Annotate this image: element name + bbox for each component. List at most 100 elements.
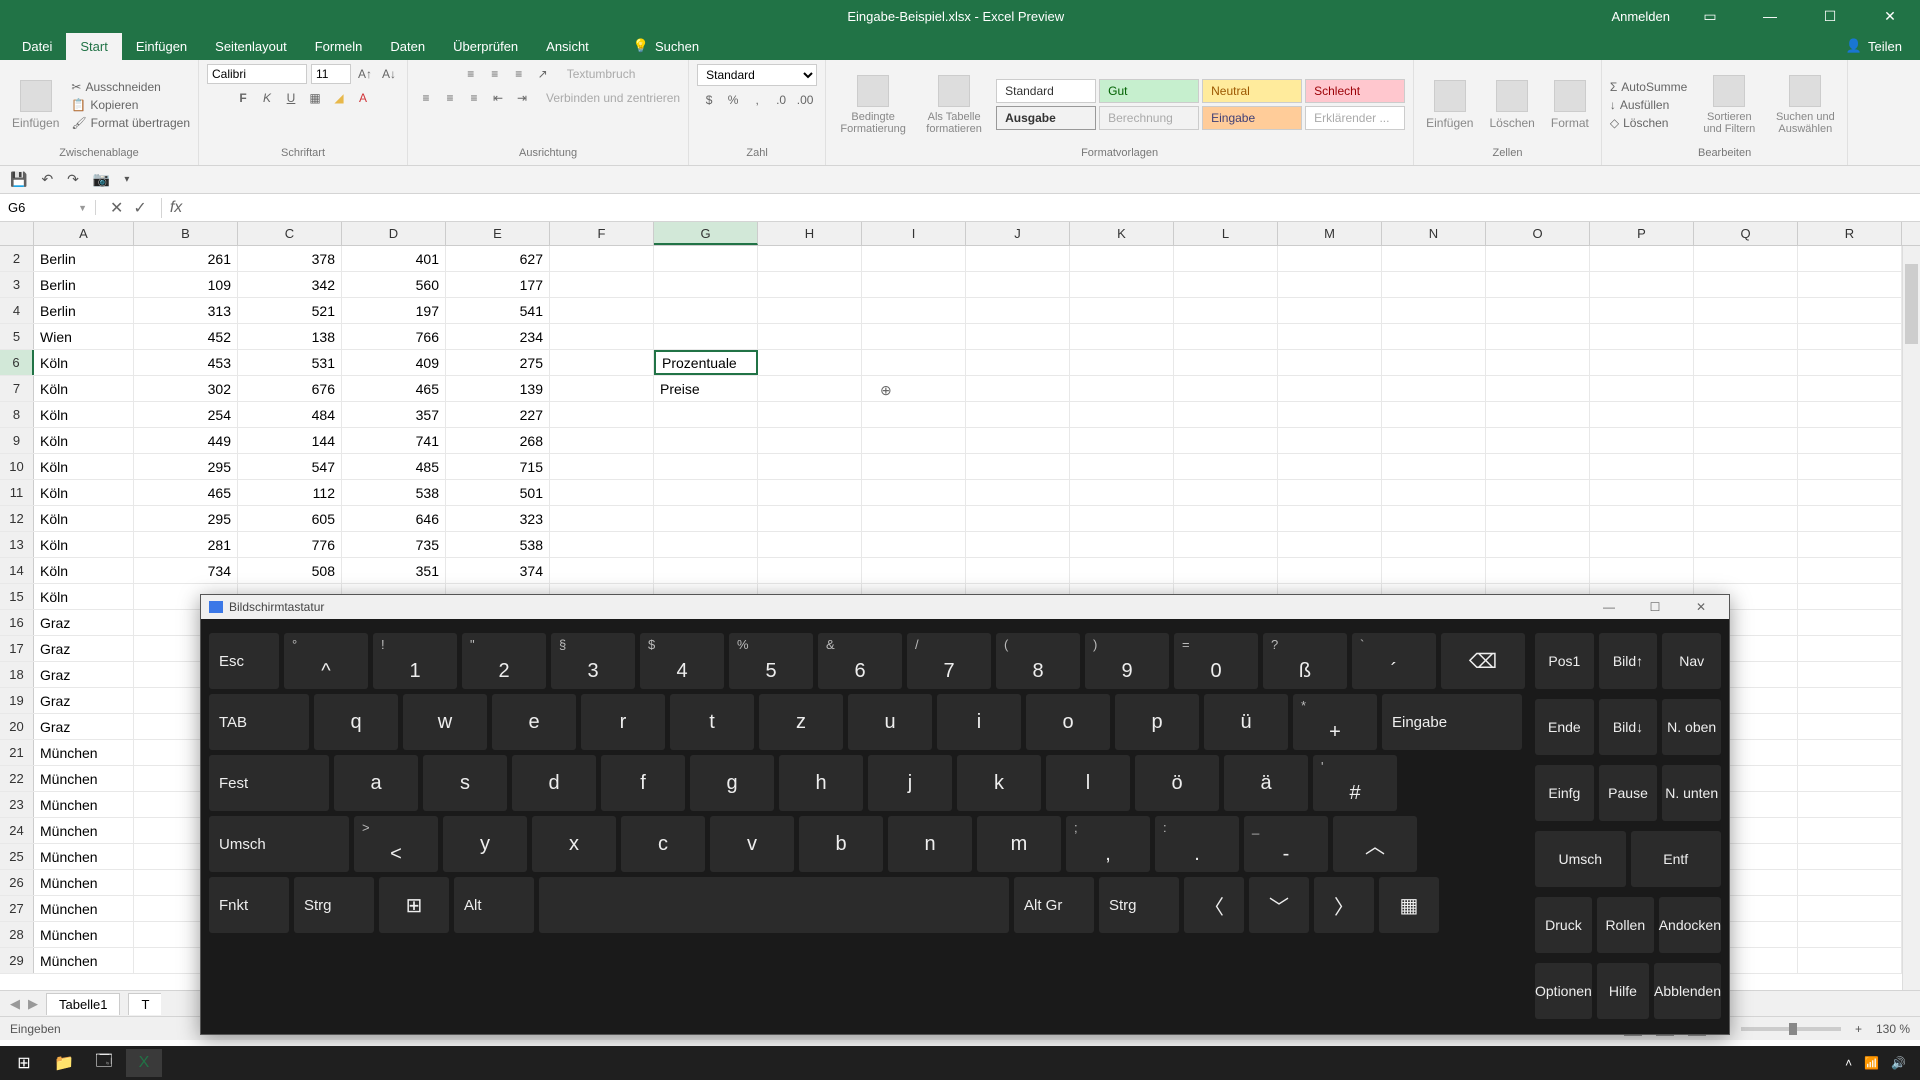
osk-key[interactable]: $4 — [640, 633, 724, 689]
cell[interactable] — [550, 428, 654, 453]
cell[interactable] — [966, 532, 1070, 557]
cell[interactable] — [1486, 324, 1590, 349]
cell[interactable]: 139 — [446, 376, 550, 401]
cell[interactable] — [1070, 428, 1174, 453]
cell[interactable] — [1174, 272, 1278, 297]
cell[interactable] — [1174, 298, 1278, 323]
cell[interactable] — [1590, 402, 1694, 427]
row-header[interactable]: 10 — [0, 454, 34, 479]
cell[interactable] — [1382, 428, 1486, 453]
osk-key[interactable]: w — [403, 694, 487, 750]
cell[interactable] — [1382, 558, 1486, 583]
osk-key[interactable]: Fest — [209, 755, 329, 811]
osk-key[interactable]: o — [1026, 694, 1110, 750]
row-header[interactable]: 28 — [0, 922, 34, 947]
cell[interactable] — [1486, 246, 1590, 271]
cell[interactable]: 342 — [238, 272, 342, 297]
osk-key[interactable]: Strg — [1099, 877, 1179, 933]
cell[interactable] — [1070, 558, 1174, 583]
col-header-Q[interactable]: Q — [1694, 222, 1798, 245]
cell[interactable] — [1486, 558, 1590, 583]
osk-key[interactable]: :. — [1155, 816, 1239, 872]
cell[interactable] — [1070, 298, 1174, 323]
cell[interactable]: 254 — [134, 402, 238, 427]
taskbar-explorer[interactable]: 📁 — [46, 1049, 82, 1077]
cell[interactable] — [1174, 480, 1278, 505]
cell[interactable] — [1174, 324, 1278, 349]
sort-filter-button[interactable]: Sortieren und Filtern — [1695, 71, 1763, 139]
osk-key[interactable]: n — [888, 816, 972, 872]
osk-key[interactable]: i — [937, 694, 1021, 750]
cell[interactable]: 676 — [238, 376, 342, 401]
osk-key[interactable]: Optionen — [1535, 963, 1592, 1019]
cell[interactable] — [1278, 376, 1382, 401]
row-header[interactable]: 21 — [0, 740, 34, 765]
osk-key[interactable]: f — [601, 755, 685, 811]
cell[interactable] — [1174, 350, 1278, 375]
cell[interactable] — [758, 246, 862, 271]
cell[interactable] — [758, 558, 862, 583]
cell[interactable] — [1382, 402, 1486, 427]
cell[interactable] — [1278, 298, 1382, 323]
cell[interactable] — [1590, 246, 1694, 271]
cell[interactable]: München — [34, 870, 134, 895]
cell[interactable] — [862, 506, 966, 531]
paste-button[interactable]: Einfügen — [8, 76, 63, 134]
cell[interactable]: 351 — [342, 558, 446, 583]
osk-key[interactable]: =0 — [1174, 633, 1258, 689]
osk-key[interactable]: c — [621, 816, 705, 872]
percent-button[interactable]: % — [723, 90, 743, 110]
cell[interactable] — [1694, 480, 1798, 505]
cell[interactable] — [654, 480, 758, 505]
style-input[interactable]: Eingabe — [1202, 106, 1302, 130]
cell[interactable]: München — [34, 766, 134, 791]
osk-key[interactable]: Strg — [294, 877, 374, 933]
cell[interactable] — [1798, 506, 1902, 531]
cell[interactable] — [1278, 246, 1382, 271]
increase-indent-button[interactable]: ⇥ — [512, 88, 532, 108]
zoom-level[interactable]: 130 % — [1876, 1022, 1910, 1036]
cell[interactable]: 776 — [238, 532, 342, 557]
cell[interactable]: 531 — [238, 350, 342, 375]
cell[interactable] — [1382, 350, 1486, 375]
cell[interactable] — [1694, 428, 1798, 453]
cell[interactable] — [1382, 532, 1486, 557]
cell[interactable]: 538 — [342, 480, 446, 505]
cell[interactable] — [1382, 272, 1486, 297]
row-header[interactable]: 2 — [0, 246, 34, 271]
osk-key[interactable]: `´ — [1352, 633, 1436, 689]
osk-key[interactable]: r — [581, 694, 665, 750]
row-header[interactable]: 25 — [0, 844, 34, 869]
cell[interactable]: 268 — [446, 428, 550, 453]
cell[interactable] — [1798, 896, 1902, 921]
cell[interactable] — [862, 402, 966, 427]
format-as-table-button[interactable]: Als Tabelle formatieren — [920, 71, 988, 139]
row-header[interactable]: 18 — [0, 662, 34, 687]
cell[interactable]: 357 — [342, 402, 446, 427]
cell[interactable]: Graz — [34, 610, 134, 635]
cell[interactable] — [550, 506, 654, 531]
cell[interactable] — [1590, 428, 1694, 453]
cut-button[interactable]: ✂ Ausschneiden — [71, 80, 190, 94]
font-color-button[interactable]: A — [353, 88, 373, 108]
bold-button[interactable]: F — [233, 88, 253, 108]
cell[interactable] — [1798, 662, 1902, 687]
underline-button[interactable]: U — [281, 88, 301, 108]
fill-button[interactable]: ↓ Ausfüllen — [1610, 98, 1687, 112]
osk-key[interactable]: Andocken — [1659, 897, 1721, 953]
cell[interactable]: 401 — [342, 246, 446, 271]
cell[interactable] — [1070, 246, 1174, 271]
cell[interactable]: 453 — [134, 350, 238, 375]
cell[interactable] — [1798, 714, 1902, 739]
cell[interactable] — [966, 558, 1070, 583]
osk-key[interactable]: "2 — [462, 633, 546, 689]
osk-close-button[interactable]: ✕ — [1681, 600, 1721, 614]
cell[interactable] — [654, 558, 758, 583]
cell[interactable] — [1694, 506, 1798, 531]
cell[interactable]: 605 — [238, 506, 342, 531]
osk-key[interactable]: x — [532, 816, 616, 872]
osk-key[interactable]: ?ß — [1263, 633, 1347, 689]
cell-styles-gallery[interactable]: Standard Gut Neutral Schlecht Ausgabe Be… — [996, 79, 1405, 130]
osk-key[interactable]: Pos1 — [1535, 633, 1594, 689]
cell[interactable]: Köln — [34, 376, 134, 401]
